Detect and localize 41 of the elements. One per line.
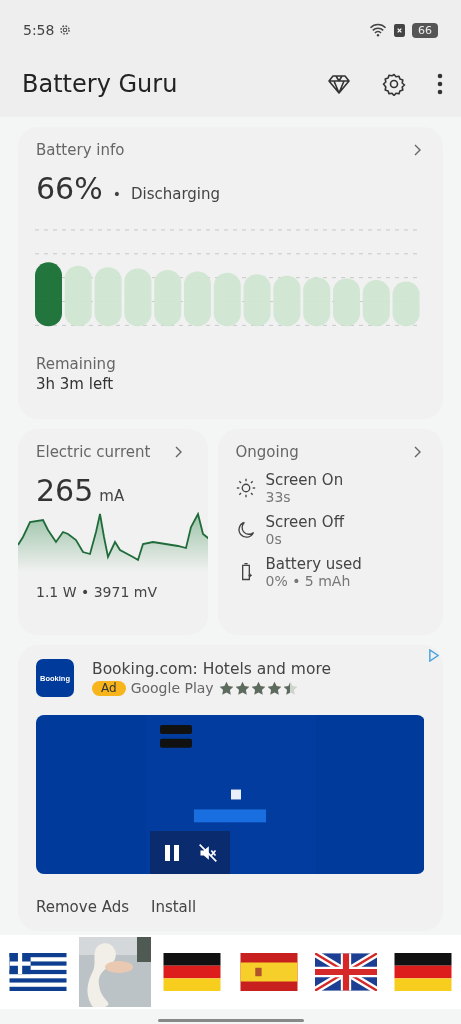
ad-action-button[interactable]: Remove Ads (28, 894, 137, 920)
more-icon[interactable] (437, 72, 443, 95)
app-title: Battery Guru (22, 69, 178, 100)
ad-action-button[interactable]: Install (143, 894, 205, 920)
wifi-icon (369, 23, 387, 37)
battery-indicator: 66 (412, 22, 438, 38)
current-value: 265 (36, 473, 94, 508)
remaining-label: Remaining (36, 355, 117, 373)
ad-title: Booking.com: Hotels and more (92, 660, 332, 678)
battery-state: Discharging (130, 185, 221, 203)
pause-icon[interactable] (162, 842, 182, 863)
moon-icon (235, 520, 256, 540)
card-title: Battery info (36, 141, 125, 159)
chevron-icon (413, 446, 421, 458)
store-name: Google Play (130, 680, 214, 696)
sun-icon (235, 478, 256, 498)
separator-dot: • (112, 186, 121, 202)
ad-badge: Ad (92, 680, 126, 696)
power-voltage-text: 1.1 W • 3971 mV (36, 584, 158, 600)
ongoing-label: Screen Off (265, 513, 344, 531)
remaining-value: 3h 3m left (36, 375, 115, 393)
ongoing-card[interactable]: Ongoing Screen On 33s Screen Off 0s Battery used 0% • 5 mAh (217, 429, 443, 635)
ad-choices-icon[interactable] (428, 649, 439, 662)
battery-percent: 66% (36, 171, 103, 206)
chevron-icon (413, 144, 421, 156)
sim-icon (394, 23, 405, 37)
status-time: 5:58 (23, 22, 55, 38)
card-title: Electric current (36, 443, 151, 461)
current-unit: mA (99, 487, 125, 505)
ongoing-value: 33s (265, 489, 292, 505)
gear-icon (58, 23, 73, 37)
settings-icon[interactable] (382, 71, 406, 96)
battery-info-card[interactable]: Battery info 66% • Discharging Remaining 3h 3m left (18, 127, 443, 419)
electric-current-card[interactable]: Electric current 265 mA 1.1 W • 3971 mV (18, 429, 208, 635)
ongoing-value: 0% • 5 mAh (265, 573, 352, 589)
card-title: Ongoing (235, 443, 299, 461)
chevron-icon (173, 446, 182, 458)
mute-icon[interactable] (198, 842, 218, 863)
ongoing-label: Screen On (265, 471, 344, 489)
ongoing-label: Battery used (265, 555, 362, 573)
ongoing-value: 0s (265, 531, 283, 547)
